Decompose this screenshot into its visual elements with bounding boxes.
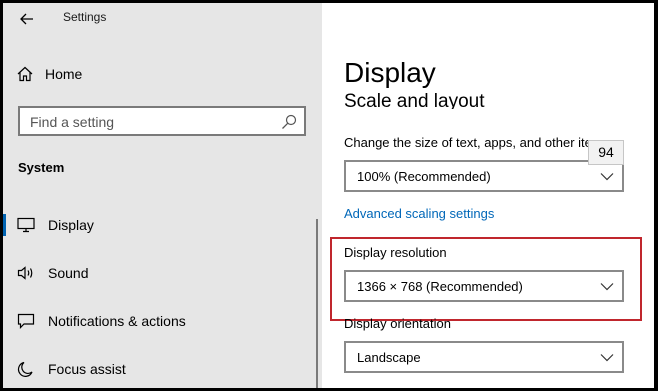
- notification-icon: [17, 313, 35, 329]
- orientation-value: Landscape: [357, 350, 421, 365]
- section-system: System: [18, 160, 65, 175]
- home-icon: [17, 66, 33, 82]
- orientation-label: Display orientation: [344, 316, 451, 331]
- active-indicator: [3, 214, 6, 236]
- main-content: Display Scale and layout Change the size…: [322, 3, 654, 388]
- scale-label: Change the size of text, apps, and other…: [344, 135, 610, 150]
- sidebar: Settings Home Find a setting System Disp…: [3, 3, 322, 388]
- search-box[interactable]: Find a setting: [18, 106, 306, 136]
- page-title: Display: [344, 57, 436, 88]
- sidebar-item-label: Focus assist: [48, 361, 126, 377]
- sidebar-item-focus-assist[interactable]: Focus assist: [3, 354, 315, 384]
- back-button[interactable]: [15, 8, 39, 30]
- speaker-icon: [17, 266, 33, 280]
- scale-value: 100% (Recommended): [357, 169, 491, 184]
- chevron-down-icon: [600, 173, 614, 181]
- moon-icon: [17, 361, 33, 377]
- settings-window: Settings Home Find a setting System Disp…: [3, 3, 654, 388]
- sidebar-item-label: Sound: [48, 265, 89, 281]
- advanced-scaling-link[interactable]: Advanced scaling settings: [344, 206, 494, 221]
- sidebar-item-notifications[interactable]: Notifications & actions: [3, 306, 315, 336]
- search-placeholder[interactable]: Find a setting: [30, 114, 114, 130]
- sidebar-item-sound[interactable]: Sound: [3, 258, 315, 288]
- monitor-icon: [17, 217, 35, 233]
- chevron-down-icon: [600, 354, 614, 362]
- section-title: Scale and layout: [344, 91, 485, 109]
- nav-home-label: Home: [45, 66, 83, 82]
- resolution-highlight: [330, 237, 642, 321]
- back-arrow-icon: [20, 13, 33, 25]
- search-icon[interactable]: [281, 114, 297, 130]
- sidebar-scrollbar[interactable]: [316, 219, 318, 388]
- sidebar-item-display[interactable]: Display: [3, 210, 315, 240]
- window-title: Settings: [63, 10, 107, 24]
- nav-home[interactable]: Home: [17, 63, 82, 85]
- orientation-dropdown[interactable]: Landscape: [344, 341, 624, 373]
- sidebar-item-label: Display: [48, 217, 94, 233]
- scale-tooltip: 94: [588, 140, 624, 165]
- scale-dropdown[interactable]: 100% (Recommended): [344, 160, 624, 192]
- sidebar-item-label: Notifications & actions: [48, 313, 186, 329]
